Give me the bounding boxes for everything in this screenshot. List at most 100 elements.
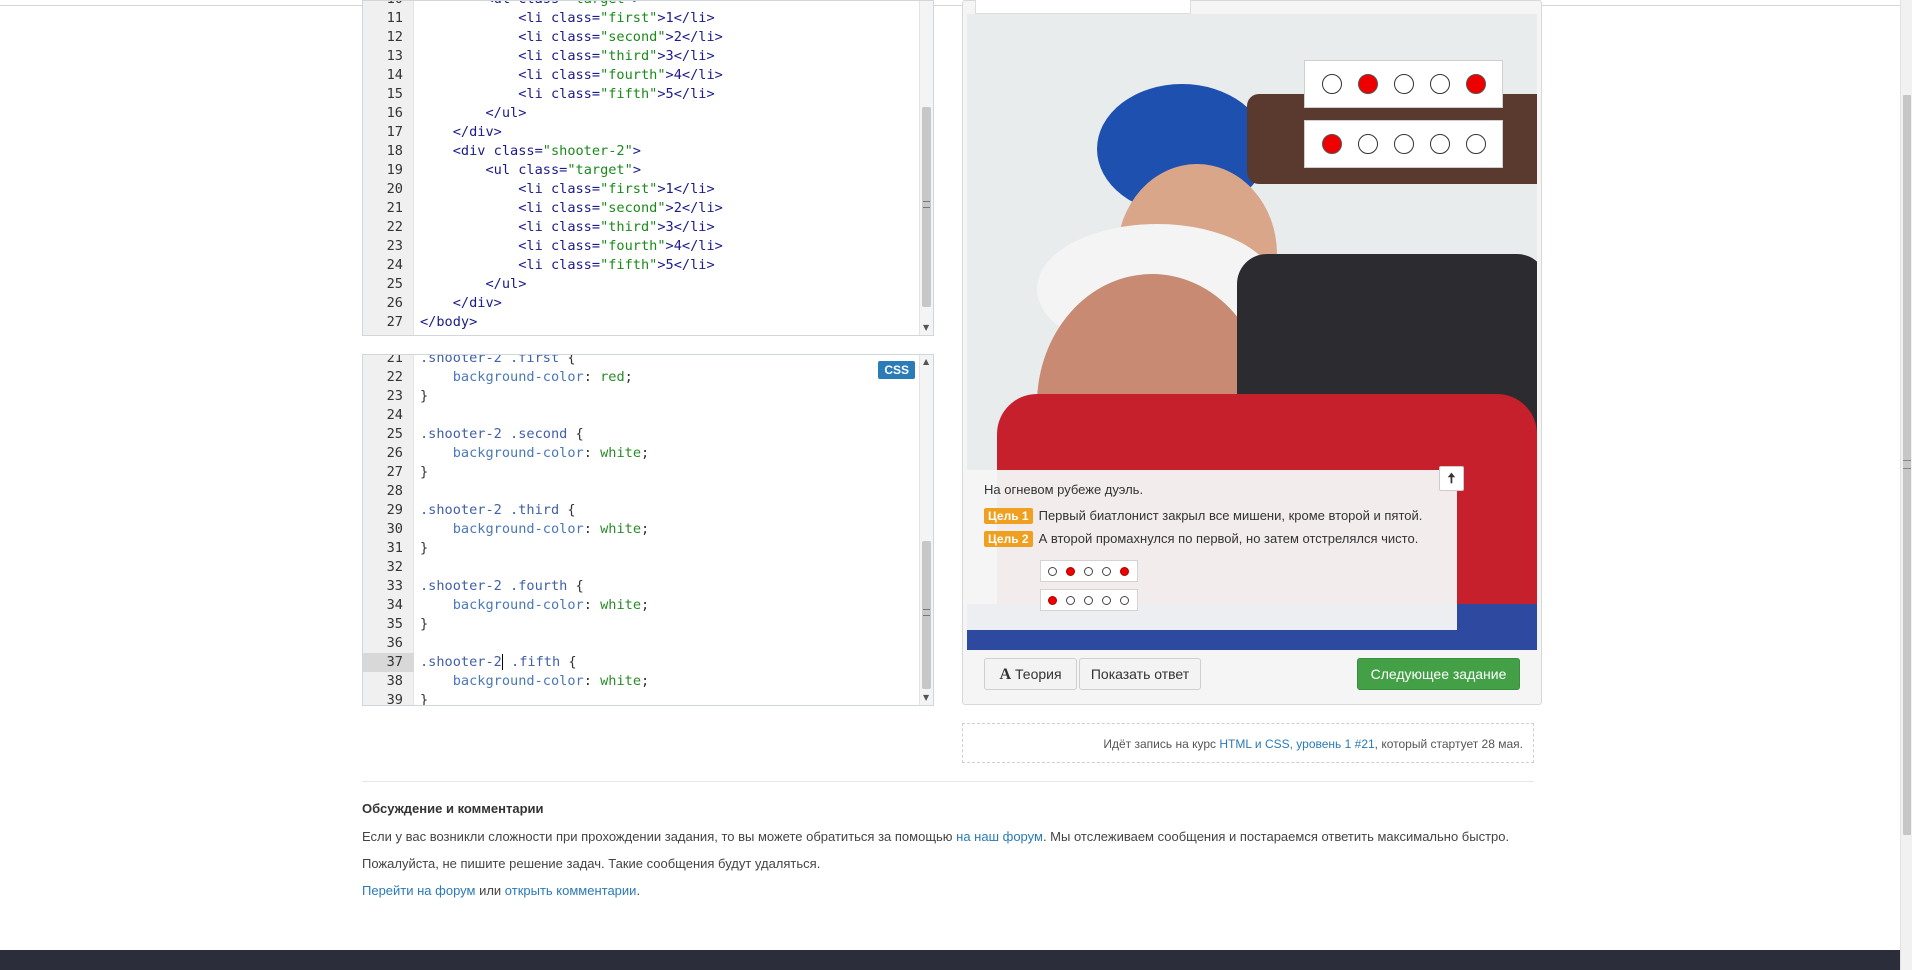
course-notice: Идёт запись на курс HTML и CSS, уровень … (962, 723, 1534, 763)
task-intro: На огневом рубеже дуэль. (984, 482, 1144, 497)
line-number: 25 (386, 426, 403, 442)
code-line[interactable]: 22 background-color: red; (363, 368, 919, 387)
target-2 (1358, 134, 1378, 154)
line-number: 31 (386, 540, 403, 556)
line-number: 20 (386, 181, 403, 197)
html-editor[interactable]: 10 <ul class="target">11 <li class="firs… (362, 0, 934, 336)
line-code: background-color: white; (452, 597, 650, 613)
discussion-title: Обсуждение и комментарии (362, 801, 544, 816)
theory-button[interactable]: A Теория (984, 658, 1077, 690)
shooter-1-targets (1304, 60, 1503, 108)
line-code: <li class="fourth">4</li> (420, 67, 723, 83)
collapse-task-button[interactable]: 🠅 (1439, 466, 1464, 491)
open-comments-link[interactable]: открыть комментарии (505, 883, 637, 898)
code-line[interactable]: 35} (363, 615, 919, 634)
code-line[interactable]: 23 <li class="fourth">4</li> (363, 237, 919, 256)
code-line[interactable]: 37 .shooter-2 .fifth { (363, 653, 919, 672)
code-line[interactable]: 19 <ul class="target"> (363, 161, 919, 180)
line-code: background-color: red; (452, 369, 633, 385)
code-line[interactable]: 27 </body> (363, 313, 919, 332)
code-line[interactable]: 21 <li class="second">2</li> (363, 199, 919, 218)
line-code: background-color: white; (452, 521, 650, 537)
target-4 (1430, 74, 1450, 94)
target-4 (1430, 134, 1450, 154)
code-line[interactable]: 15 <li class="fifth">5</li> (363, 85, 919, 104)
line-code: .shooter-2 .third { (420, 502, 576, 518)
scroll-down-arrow-icon[interactable]: ▼ (923, 323, 929, 332)
line-code: <ul class="target"> (420, 1, 641, 9)
mini-target (1066, 567, 1075, 576)
line-number: 21 (386, 354, 403, 366)
css-scroll-grip (923, 609, 930, 616)
code-line[interactable]: 28 (363, 482, 919, 501)
line-code: .shooter-2 .first { (420, 354, 576, 366)
code-line[interactable]: 36 (363, 634, 919, 653)
code-line[interactable]: 12 <li class="second">2</li> (363, 28, 919, 47)
line-number: 16 (386, 105, 403, 121)
line-number: 35 (386, 616, 403, 632)
code-line[interactable]: 25 .shooter-2 .second { (363, 425, 919, 444)
line-number: 34 (386, 597, 403, 613)
line-number: 25 (386, 276, 403, 292)
line-code: <li class="fifth">5</li> (420, 257, 715, 273)
code-line[interactable]: 34 background-color: white; (363, 596, 919, 615)
code-line[interactable]: 33 .shooter-2 .fourth { (363, 577, 919, 596)
code-line[interactable]: 16 </ul> (363, 104, 919, 123)
code-line[interactable]: 26 </div> (363, 294, 919, 313)
go-to-forum-link[interactable]: Перейти на форум (362, 883, 475, 898)
line-number: 14 (386, 67, 403, 83)
css-editor[interactable]: 21 .shooter-2 .first { 22 background-color… (362, 354, 934, 706)
css-code-lines[interactable]: 21 .shooter-2 .first { 22 background-color… (363, 354, 919, 706)
line-code: background-color: white; (452, 673, 650, 689)
shooter-2-targets (1304, 120, 1503, 168)
forum-inline-link[interactable]: на наш форум (956, 829, 1043, 844)
next-task-button[interactable]: Следующее задание (1357, 658, 1520, 690)
html-code-lines[interactable]: 10 <ul class="target">11 <li class="firs… (363, 1, 919, 332)
code-line[interactable]: 22 <li class="third">3</li> (363, 218, 919, 237)
goal-2-text: А второй промахнулся по первой, но затем… (1038, 531, 1419, 546)
line-number: 18 (386, 143, 403, 159)
line-code: </div> (420, 295, 502, 311)
code-line[interactable]: 25 </ul> (363, 275, 919, 294)
scroll-up-arrow-icon[interactable]: ▲ (923, 357, 929, 366)
code-line[interactable]: 23} (363, 387, 919, 406)
line-code: } (420, 692, 429, 706)
code-line[interactable]: 17 </div> (363, 123, 919, 142)
code-line[interactable]: 13 <li class="third">3</li> (363, 47, 919, 66)
code-line[interactable]: 32 (363, 558, 919, 577)
line-number: 17 (386, 124, 403, 140)
code-line[interactable]: 24 (363, 406, 919, 425)
code-line[interactable]: 39} (363, 691, 919, 706)
css-editor-scrollbar[interactable]: ▲ ▼ (919, 355, 933, 705)
code-line[interactable]: 38 background-color: white; (363, 672, 919, 691)
code-line[interactable]: 10 <ul class="target"> (363, 1, 919, 9)
code-line[interactable]: 21 .shooter-2 .first { (363, 354, 919, 368)
code-line[interactable]: 20 <li class="first">1</li> (363, 180, 919, 199)
code-line[interactable]: 30 background-color: white; (363, 520, 919, 539)
code-line[interactable]: 27} (363, 463, 919, 482)
line-number: 38 (386, 673, 403, 689)
line-code: </body> (420, 314, 478, 330)
line-number: 33 (386, 578, 403, 594)
code-line[interactable]: 11 <li class="first">1</li> (363, 9, 919, 28)
goal-2: Цель 2 А второй промахнулся по первой, но… (984, 531, 1418, 547)
course-link[interactable]: HTML и CSS, уровень 1 #21 (1219, 737, 1374, 751)
mini-target (1084, 567, 1093, 576)
theory-label: Теория (1015, 666, 1062, 682)
target-1 (1322, 74, 1342, 94)
target-3 (1394, 134, 1414, 154)
show-answer-button[interactable]: Показать ответ (1079, 658, 1201, 690)
page-scrollbar[interactable] (1900, 0, 1912, 970)
line-number: 24 (386, 407, 403, 423)
code-line[interactable]: 26 background-color: white; (363, 444, 919, 463)
code-line[interactable]: 18 <div class="shooter-2"> (363, 142, 919, 161)
code-line[interactable]: 29 .shooter-2 .third { (363, 501, 919, 520)
arrow-up-icon: 🠅 (1447, 470, 1456, 486)
html-editor-scrollbar[interactable]: ▼ (919, 1, 933, 335)
discussion-help-text: Если у вас возникли сложности при прохож… (362, 829, 1509, 844)
code-line[interactable]: 24 <li class="fifth">5</li> (363, 256, 919, 275)
scroll-down-arrow-icon[interactable]: ▼ (923, 693, 929, 702)
code-line[interactable]: 31} (363, 539, 919, 558)
mini-shooter-2-targets (1040, 589, 1138, 611)
code-line[interactable]: 14 <li class="fourth">4</li> (363, 66, 919, 85)
